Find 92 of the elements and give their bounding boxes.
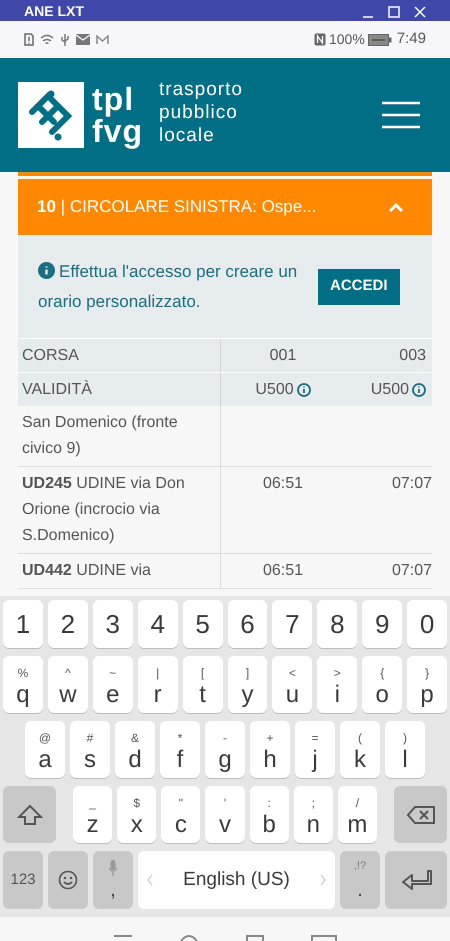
- shift-key[interactable]: [3, 786, 56, 843]
- keyboard-key[interactable]: } p: [407, 656, 448, 713]
- chevron-up-icon[interactable]: [388, 201, 404, 213]
- keyboard-key[interactable]: + h: [250, 721, 290, 778]
- symbols-key[interactable]: 123: [3, 851, 43, 909]
- table-header-cell: U500: [221, 378, 345, 402]
- login-button[interactable]: ACCEDI: [318, 268, 400, 304]
- login-notice: Effettua l'accesso per creare un orario personalizzato.: [38, 260, 298, 312]
- keyboard-key[interactable]: > i: [317, 656, 358, 713]
- keyboard-key[interactable]: * f: [160, 721, 200, 778]
- period-key[interactable]: ,!? .: [340, 851, 380, 909]
- recents-icon[interactable]: [245, 935, 265, 941]
- keyboard-key[interactable]: [ t: [182, 656, 223, 713]
- close-icon[interactable]: [414, 6, 426, 18]
- chevron-left-icon: [146, 874, 154, 886]
- keyboard-key[interactable]: 6: [228, 600, 268, 648]
- home-icon[interactable]: [179, 935, 199, 941]
- device-name: ANE LXT: [24, 4, 84, 18]
- logo-icon: [18, 82, 84, 148]
- keyboard-key[interactable]: { o: [362, 656, 402, 713]
- keyboard-icon[interactable]: [311, 935, 337, 941]
- stop-name: UD442 UDINE via: [21, 561, 152, 581]
- gmail-icon: [96, 34, 109, 44]
- enter-icon: [400, 869, 432, 891]
- keyboard-key[interactable]: 1: [3, 600, 43, 648]
- shift-icon: [16, 804, 42, 826]
- keyboard-key[interactable]: ^ w: [48, 656, 88, 713]
- info-icon[interactable]: [296, 382, 311, 396]
- stop-name: UD245 UDINE via Don Orione (incrocio via S.Domenico): [21, 474, 186, 546]
- keyboard-key[interactable]: 2: [48, 600, 88, 648]
- keyboard-key[interactable]: : b: [250, 786, 289, 843]
- keyboard-key[interactable]: " c: [161, 786, 200, 843]
- menu-icon[interactable]: [382, 101, 420, 129]
- chevron-right-icon: [319, 874, 327, 886]
- logo-text: tpl: [92, 80, 136, 118]
- stop-name: San Domenico (fronte civico 9): [21, 413, 179, 459]
- keyboard-key[interactable]: % q: [3, 656, 43, 713]
- enter-key[interactable]: [385, 851, 447, 909]
- logo-text: pubblico: [159, 100, 239, 124]
- table-header-cell-text: 001: [268, 346, 298, 366]
- keyboard-key[interactable]: 3: [92, 600, 133, 648]
- keyboard-key[interactable]: ) l: [385, 721, 425, 778]
- keyboard-key[interactable]: & d: [115, 721, 155, 778]
- keyboard-key[interactable]: # s: [70, 721, 110, 778]
- keyboard-key[interactable]: ; n: [294, 786, 333, 843]
- smiley-icon: [58, 870, 78, 890]
- table-cell-text: 06:51: [262, 561, 304, 581]
- keyboard-key[interactable]: ~ e: [92, 656, 133, 713]
- keyboard-key[interactable]: < u: [272, 656, 312, 713]
- keyboard-key[interactable]: 8: [317, 600, 358, 648]
- table-cell-text: 07:07: [390, 474, 432, 494]
- table-header-cell-text: 003: [398, 346, 427, 366]
- keyboard-key[interactable]: - g: [205, 721, 245, 778]
- keyboard-key[interactable]: @ a: [25, 721, 65, 778]
- keyboard-key[interactable]: | r: [138, 656, 178, 713]
- nfc-icon: [314, 33, 326, 46]
- keyboard-key[interactable]: / m: [338, 786, 377, 843]
- clock: 7:49: [396, 29, 426, 50]
- table-cell-text: 07:07: [390, 561, 432, 581]
- battery-percent: 100%: [328, 30, 365, 49]
- keyboard-key[interactable]: ( k: [340, 721, 380, 778]
- logo-text: locale: [159, 124, 216, 146]
- table-header-cell-text: CORSA: [21, 346, 80, 366]
- table-header-cell-text: VALIDITÀ: [21, 379, 93, 400]
- backspace-icon: [406, 804, 436, 824]
- table-header-cell: U500: [345, 378, 432, 402]
- usb-icon: [60, 32, 70, 46]
- info-icon: [38, 262, 55, 278]
- space-bar[interactable]: English (US): [138, 851, 335, 909]
- microphone-icon: [108, 860, 118, 876]
- line-title: 10 | CIRCOLARE SINISTRA: Ospe...: [37, 196, 316, 218]
- info-icon[interactable]: [412, 382, 426, 396]
- keyboard-key[interactable]: 7: [272, 600, 312, 648]
- emoji-key[interactable]: [48, 851, 88, 909]
- comma-key[interactable]: ,: [93, 851, 133, 909]
- keyboard-key[interactable]: = j: [295, 721, 335, 778]
- keyboard-key[interactable]: 9: [362, 600, 402, 648]
- keyboard-key[interactable]: ' v: [205, 786, 245, 843]
- keyboard-key[interactable]: $ x: [117, 786, 156, 843]
- sim-alert-icon: [24, 33, 34, 46]
- battery-icon: [368, 34, 392, 46]
- wifi-icon: [40, 34, 54, 46]
- table-cell-text: 06:51: [262, 474, 304, 494]
- keyboard-key[interactable]: 5: [182, 600, 223, 648]
- maximize-icon[interactable]: [388, 6, 400, 18]
- keyboard-key[interactable]: 4: [138, 600, 178, 648]
- keyboard-key[interactable]: 0: [407, 600, 448, 648]
- logo-text: trasporto: [159, 78, 243, 100]
- backspace-key[interactable]: [394, 786, 447, 843]
- mail-icon: [76, 34, 90, 45]
- keyboard-key[interactable]: ] y: [228, 656, 268, 713]
- keyboard-key[interactable]: _ z: [73, 786, 112, 843]
